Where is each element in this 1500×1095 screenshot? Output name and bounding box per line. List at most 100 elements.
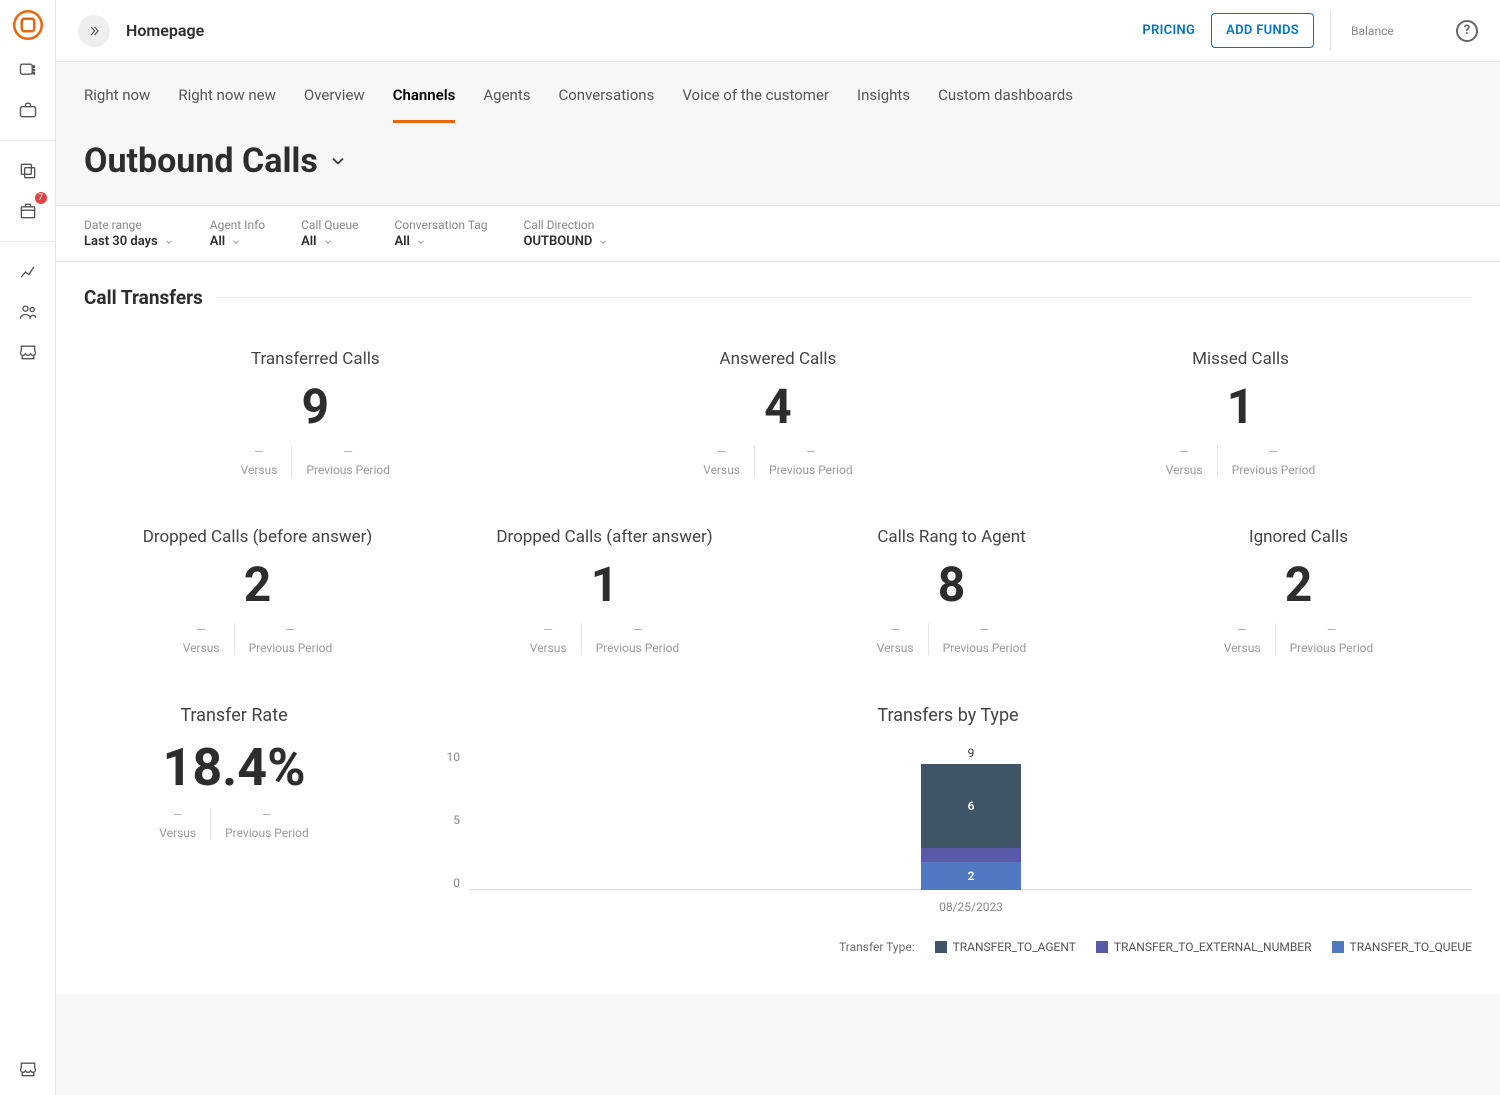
filter-date-range[interactable]: Date range Last 30 days <box>84 218 174 249</box>
filter-value: OUTBOUND <box>523 234 592 249</box>
nav-copy-icon[interactable] <box>12 155 44 187</box>
kpi-value: 4 <box>557 383 1000 431</box>
kpi-value: 2 <box>1135 561 1462 609</box>
divider <box>217 297 1472 298</box>
chart-x-label: 08/25/2023 <box>939 900 1003 914</box>
compare-dash: — <box>890 623 899 637</box>
y-tick: 5 <box>453 813 460 827</box>
app-logo[interactable] <box>13 10 43 40</box>
chart-bar-total: 9 <box>968 746 975 760</box>
filter-label: Agent Info <box>210 218 265 232</box>
tab-right-now-new[interactable]: Right now new <box>178 86 276 123</box>
kpi-card: Dropped Calls (after answer) 1 —Versus —… <box>431 507 778 685</box>
filter-value: All <box>394 234 409 249</box>
filter-call-queue[interactable]: Call Queue All <box>301 218 358 249</box>
compare-dash: — <box>633 623 642 637</box>
filter-label: Date range <box>84 218 174 232</box>
compare-dash: — <box>1237 623 1246 637</box>
compare-versus: Versus <box>877 641 914 655</box>
filters-bar: Date range Last 30 days Agent Info All C… <box>56 205 1500 262</box>
kpi-label: Dropped Calls (before answer) <box>94 527 421 547</box>
compare-previous: Previous Period <box>1232 463 1316 477</box>
kpi-label: Calls Rang to Agent <box>788 527 1115 547</box>
chart-segment: 6 <box>921 764 1021 848</box>
tab-insights[interactable]: Insights <box>857 86 910 123</box>
chart-legend: Transfer Type: TRANSFER_TO_AGENTTRANSFER… <box>424 940 1472 954</box>
compare-versus: Versus <box>1224 641 1261 655</box>
compare-previous: Previous Period <box>596 641 680 655</box>
nav-analytics-icon[interactable] <box>12 256 44 288</box>
legend-item[interactable]: TRANSFER_TO_AGENT <box>935 940 1076 954</box>
chevron-down-icon <box>598 237 608 247</box>
page-title-text: Outbound Calls <box>84 141 318 181</box>
chart-y-axis: 10 5 0 <box>424 750 470 910</box>
legend-swatch <box>1096 941 1108 953</box>
y-tick: 10 <box>447 750 461 764</box>
section-title: Call Transfers <box>84 286 203 309</box>
help-icon[interactable]: ? <box>1456 20 1478 42</box>
compare-dash: — <box>1269 445 1278 459</box>
balance-label: Balance <box>1330 11 1440 51</box>
filter-call-direction[interactable]: Call Direction OUTBOUND <box>523 218 608 249</box>
compare-versus: Versus <box>530 641 567 655</box>
topbar: Homepage PRICING ADD FUNDS Balance ? <box>56 0 1500 62</box>
collapse-button[interactable] <box>78 15 110 47</box>
chart-segment <box>921 848 1021 862</box>
kpi-value: 9 <box>94 383 537 431</box>
compare-dash: — <box>344 445 353 459</box>
kpi-row-1: Transferred Calls 9 —Versus —Previous Pe… <box>84 329 1472 507</box>
tab-channels[interactable]: Channels <box>393 86 456 123</box>
tab-custom-dashboards[interactable]: Custom dashboards <box>938 86 1073 123</box>
compare-dash: — <box>543 623 552 637</box>
nav-people-icon[interactable] <box>12 296 44 328</box>
pricing-link[interactable]: PRICING <box>1142 23 1195 38</box>
chevron-down-icon <box>416 237 426 247</box>
compare-dash: — <box>980 623 989 637</box>
tab-conversations[interactable]: Conversations <box>558 86 654 123</box>
nav-package-icon[interactable]: 7 <box>12 195 44 227</box>
legend-label: TRANSFER_TO_AGENT <box>953 940 1076 954</box>
chart-title: Transfers by Type <box>424 705 1472 726</box>
chevron-down-icon <box>164 237 174 247</box>
legend-label: TRANSFER_TO_QUEUE <box>1350 940 1472 954</box>
kpi-label: Answered Calls <box>557 349 1000 369</box>
tab-voice[interactable]: Voice of the customer <box>682 86 829 123</box>
kpi-card: Dropped Calls (before answer) 2 —Versus … <box>84 507 431 685</box>
legend-item[interactable]: TRANSFER_TO_QUEUE <box>1332 940 1472 954</box>
filter-agent-info[interactable]: Agent Info All <box>210 218 265 249</box>
filter-value: Last 30 days <box>84 234 158 249</box>
filter-label: Call Queue <box>301 218 358 232</box>
filter-label: Conversation Tag <box>394 218 487 232</box>
legend-label: TRANSFER_TO_EXTERNAL_NUMBER <box>1114 940 1312 954</box>
nav-store-icon[interactable] <box>12 336 44 368</box>
compare-previous: Previous Period <box>249 641 333 655</box>
compare-dash: — <box>1327 623 1336 637</box>
tab-right-now[interactable]: Right now <box>84 86 150 123</box>
filter-label: Call Direction <box>523 218 608 232</box>
add-funds-button[interactable]: ADD FUNDS <box>1211 13 1314 48</box>
page-title-dropdown[interactable]: Outbound Calls <box>84 141 1472 181</box>
kpi-label: Transferred Calls <box>94 349 537 369</box>
sidebar: 7 <box>0 0 56 1095</box>
nav-briefcase-icon[interactable] <box>12 94 44 126</box>
chevron-down-icon <box>231 237 241 247</box>
nav-inbox-icon[interactable] <box>12 54 44 86</box>
compare-versus: Versus <box>159 826 196 840</box>
kpi-value: 2 <box>94 561 421 609</box>
chevron-down-icon <box>323 237 333 247</box>
kpi-card: Answered Calls 4 —Versus —Previous Perio… <box>547 329 1010 507</box>
tab-agents[interactable]: Agents <box>483 86 530 123</box>
compare-dash: — <box>196 623 205 637</box>
compare-dash: — <box>717 445 726 459</box>
compare-dash: — <box>286 623 295 637</box>
filter-conversation-tag[interactable]: Conversation Tag All <box>394 218 487 249</box>
compare-previous: Previous Period <box>769 463 853 477</box>
sidebar-badge: 7 <box>35 192 47 204</box>
tab-overview[interactable]: Overview <box>304 86 365 123</box>
nav-store2-icon[interactable] <box>12 1053 44 1085</box>
filter-value: All <box>210 234 225 249</box>
transfer-rate-card: Transfer Rate 18.4% —Versus —Previous Pe… <box>84 705 384 840</box>
y-tick: 0 <box>453 876 460 890</box>
transfers-by-type-chart: Transfers by Type 1050 26908/25/2023 Tra… <box>424 705 1472 954</box>
legend-item[interactable]: TRANSFER_TO_EXTERNAL_NUMBER <box>1096 940 1312 954</box>
